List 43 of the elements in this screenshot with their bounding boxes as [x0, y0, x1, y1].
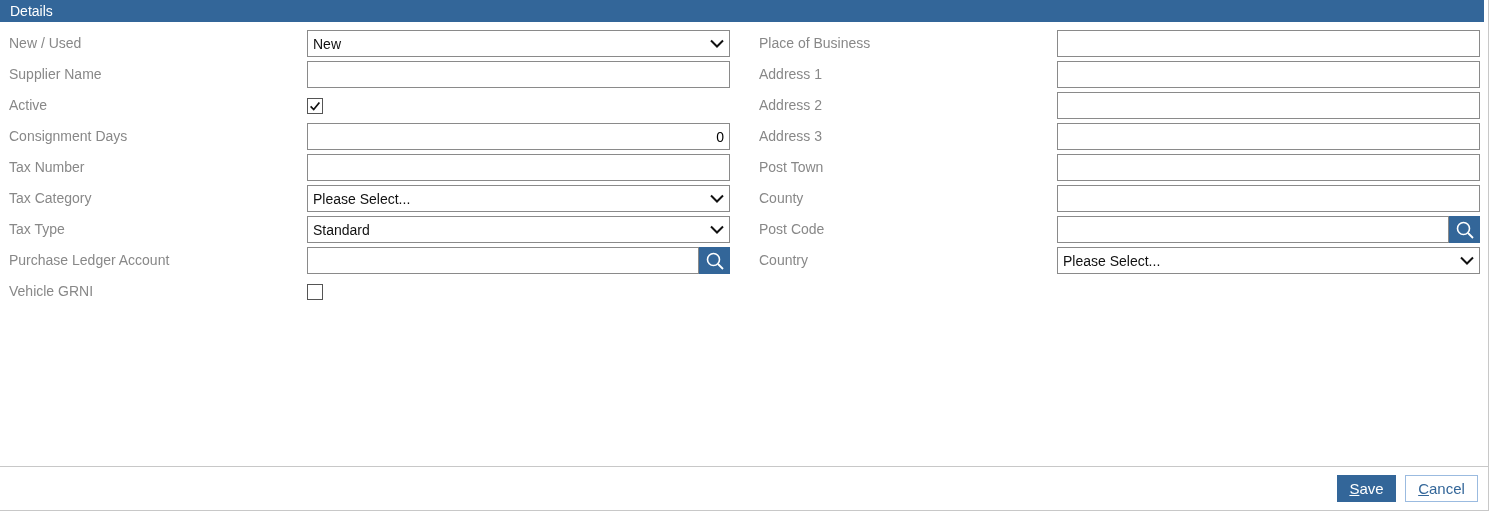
field-label: Active — [9, 96, 49, 115]
field-label: Purchase Ledger Account — [9, 251, 171, 270]
search-button[interactable] — [699, 247, 730, 274]
dropdown[interactable]: Please Select... — [307, 185, 730, 212]
input-field[interactable] — [1057, 61, 1480, 88]
field-label: Tax Type — [9, 220, 66, 239]
input-field[interactable] — [1057, 185, 1480, 212]
input-field[interactable] — [307, 154, 730, 181]
panel-title: Details — [10, 3, 53, 19]
input-field[interactable] — [1057, 92, 1480, 119]
field-label: Address 3 — [759, 127, 824, 146]
input-field[interactable] — [307, 247, 699, 274]
field-label: Vehicle GRNI — [9, 282, 95, 301]
field-label: Consignment Days — [9, 127, 129, 146]
field-label: Supplier Name — [9, 65, 103, 84]
checkbox[interactable] — [307, 97, 323, 114]
field-label: New / Used — [9, 34, 83, 53]
input-field[interactable] — [307, 61, 730, 88]
chevron-down-icon — [710, 194, 724, 203]
field-label: County — [759, 189, 805, 208]
chevron-down-icon — [710, 39, 724, 48]
checkbox[interactable] — [307, 283, 323, 300]
chevron-down-icon — [710, 225, 724, 234]
field-label: Address 1 — [759, 65, 824, 84]
search-button[interactable] — [1449, 216, 1480, 243]
field-label: Place of Business — [759, 34, 872, 53]
field-label: Address 2 — [759, 96, 824, 115]
input-field[interactable] — [1057, 30, 1480, 57]
input-field[interactable] — [1057, 216, 1449, 243]
field-label: Post Town — [759, 158, 825, 177]
cancel-button[interactable]: Cancel — [1405, 475, 1478, 502]
input-field[interactable]: 0 — [307, 123, 730, 150]
dropdown[interactable]: Standard — [307, 216, 730, 243]
field-label: Tax Category — [9, 189, 93, 208]
field-label: Country — [759, 251, 810, 270]
input-field[interactable] — [1057, 154, 1480, 181]
input-field[interactable] — [1057, 123, 1480, 150]
dropdown[interactable]: New — [307, 30, 730, 57]
save-button[interactable]: Save — [1337, 475, 1396, 502]
field-label: Post Code — [759, 220, 826, 239]
dropdown[interactable]: Please Select... — [1057, 247, 1480, 274]
field-label: Tax Number — [9, 158, 86, 177]
chevron-down-icon — [1460, 256, 1474, 265]
